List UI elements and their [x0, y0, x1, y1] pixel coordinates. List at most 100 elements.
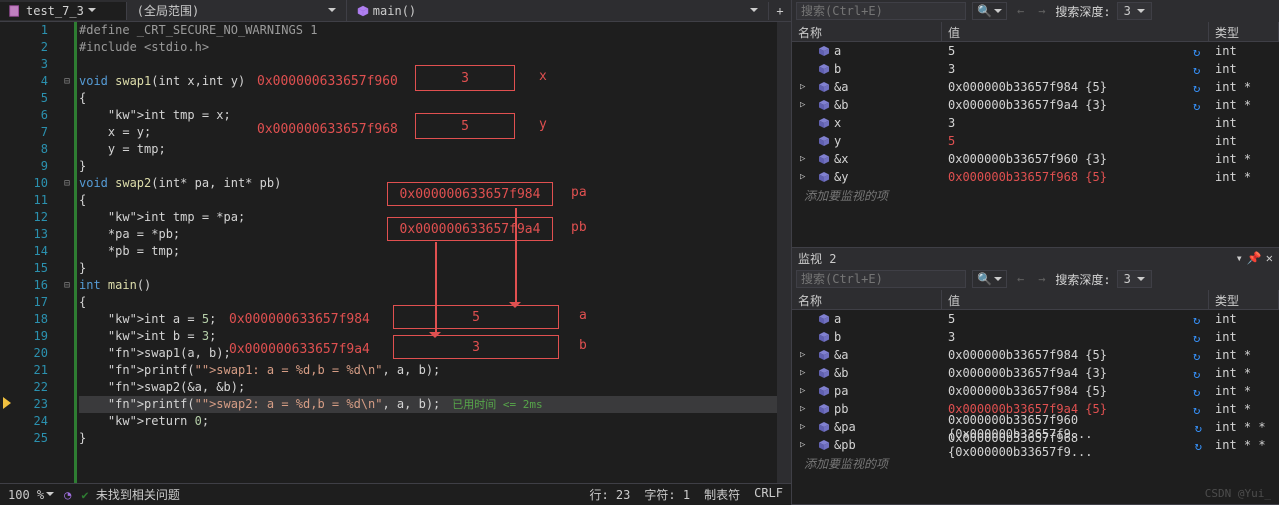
var-name: &pa [834, 420, 856, 434]
col-type[interactable]: 类型 [1209, 290, 1279, 309]
indent-indicator[interactable]: 制表符 [704, 486, 740, 503]
nav-prev-icon[interactable]: ← [1013, 272, 1028, 286]
refresh-icon[interactable]: ↻ [1193, 63, 1205, 75]
col-indicator[interactable]: 字符: 1 [644, 486, 690, 503]
expand-icon[interactable]: ▷ [800, 154, 805, 164]
code-line[interactable]: "fn">printf("">swap1: a = %d,b = %d\n", … [79, 362, 777, 379]
watch-row[interactable]: ▷&b0x000000b33657f9a4 {3}↻int * [792, 96, 1279, 114]
watch-row[interactable]: ▷pa0x000000b33657f984 {5}↻int * [792, 382, 1279, 400]
refresh-icon[interactable]: ↻ [1193, 367, 1205, 379]
encoding-indicator[interactable]: CRLF [754, 486, 783, 503]
search-icon[interactable]: 🔍 [972, 270, 1007, 288]
code-line[interactable]: "kw">return 0; [79, 413, 777, 430]
watch-row[interactable]: a5↻int [792, 310, 1279, 328]
var-type: int [1209, 116, 1279, 130]
depth-dropdown[interactable]: 3 [1117, 2, 1152, 20]
refresh-icon[interactable]: ↻ [1195, 439, 1205, 451]
watch-row[interactable]: b3↻int [792, 328, 1279, 346]
watch-row[interactable]: ▷&x0x000000b33657f960 {3}int * [792, 150, 1279, 168]
panel-title-bar[interactable]: 监视 2 ▾ 📌 ✕ [792, 248, 1279, 268]
refresh-icon[interactable]: ↻ [1193, 349, 1205, 361]
var-name: &a [834, 348, 848, 362]
code-line[interactable]: { [79, 90, 777, 107]
field-icon [818, 331, 830, 343]
pin-icon[interactable]: 📌 [1247, 251, 1262, 265]
watch-row[interactable]: ▷&a0x000000b33657f984 {5}↻int * [792, 78, 1279, 96]
code-content[interactable]: 0x000000633657f960 3 x 0x000000633657f96… [79, 22, 777, 483]
watch-body-2[interactable]: a5↻intb3↻int▷&a0x000000b33657f984 {5}↻in… [792, 310, 1279, 504]
nav-next-icon[interactable]: → [1034, 4, 1049, 18]
code-line[interactable]: } [79, 158, 777, 175]
var-name: a [834, 44, 841, 58]
code-line[interactable]: "fn">printf("">swap2: a = %d,b = %d\n", … [79, 396, 777, 413]
depth-label: 搜索深度: [1055, 271, 1110, 288]
depth-dropdown[interactable]: 3 [1117, 270, 1152, 288]
var-type: int * [1209, 170, 1279, 184]
file-tab[interactable]: test_7_3 [0, 2, 127, 20]
expand-icon[interactable]: ▷ [800, 368, 805, 378]
watch-row[interactable]: a5↻int [792, 42, 1279, 60]
col-name[interactable]: 名称 [792, 22, 942, 41]
watch-search-input-2[interactable] [796, 270, 966, 288]
watch-row[interactable]: ▷&pb0x000000b33657f968 {0x000000b33657f9… [792, 436, 1279, 454]
expand-icon[interactable]: ▷ [800, 386, 805, 396]
var-value: 3 [948, 62, 955, 76]
watch-row[interactable]: x3int [792, 114, 1279, 132]
expand-icon[interactable]: ▷ [800, 172, 805, 182]
code-line[interactable]: } [79, 260, 777, 277]
var-name: y [834, 134, 841, 148]
code-line[interactable]: y = tmp; [79, 141, 777, 158]
watch-body-1[interactable]: a5↻intb3↻int▷&a0x000000b33657f984 {5}↻in… [792, 42, 1279, 247]
scrollbar[interactable] [777, 22, 791, 483]
add-button[interactable]: + [769, 1, 791, 21]
search-icon[interactable]: 🔍 [972, 2, 1007, 20]
zoom-control[interactable]: 100 % [8, 488, 54, 502]
col-name[interactable]: 名称 [792, 290, 942, 309]
col-value[interactable]: 值 [942, 290, 1209, 309]
var-name: &x [834, 152, 848, 166]
lightbulb-icon[interactable]: ◔ [64, 488, 71, 502]
nav-next-icon[interactable]: → [1034, 272, 1049, 286]
close-icon[interactable]: ✕ [1266, 251, 1273, 265]
code-line[interactable]: #include <stdio.h> [79, 39, 777, 56]
expand-icon[interactable]: ▷ [800, 440, 805, 450]
annot-addr-x: 0x000000633657f960 [257, 74, 398, 89]
refresh-icon[interactable]: ↻ [1193, 99, 1205, 111]
refresh-icon[interactable]: ↻ [1193, 81, 1205, 93]
watch-panel-2: 监视 2 ▾ 📌 ✕ 🔍 ← → 搜索深度: 3 名称 值 类型 a5↻intb… [792, 248, 1279, 505]
code-line[interactable]: #define _CRT_SECURE_NO_WARNINGS 1 [79, 22, 777, 39]
refresh-icon[interactable]: ↻ [1193, 385, 1205, 397]
watch-row[interactable]: y5int [792, 132, 1279, 150]
scope-dropdown[interactable]: (全局范围) [127, 0, 347, 21]
code-line[interactable]: "fn">swap2(&a, &b); [79, 379, 777, 396]
watch-row[interactable]: ▷&b0x000000b33657f9a4 {3}↻int * [792, 364, 1279, 382]
var-name: &pb [834, 438, 856, 452]
code-line[interactable]: int main() [79, 277, 777, 294]
annot-box-pa: 0x000000633657f984 [387, 182, 553, 206]
add-watch-item[interactable]: 添加要监视的项 [792, 186, 1279, 204]
var-name: &b [834, 98, 848, 112]
watch-row[interactable]: b3↻int [792, 60, 1279, 78]
watch-row[interactable]: ▷&y0x000000b33657f968 {5}int * [792, 168, 1279, 186]
expand-icon[interactable]: ▷ [800, 82, 805, 92]
code-line[interactable]: *pb = tmp; [79, 243, 777, 260]
function-dropdown[interactable]: main() [347, 2, 769, 20]
refresh-icon[interactable]: ↻ [1193, 331, 1205, 343]
code-area[interactable]: 1234567891011121314151617181920212223242… [0, 22, 791, 483]
expand-icon[interactable]: ▷ [800, 404, 805, 414]
error-indicator[interactable]: ✔ 未找到相关问题 [81, 486, 179, 503]
expand-icon[interactable]: ▷ [800, 422, 805, 432]
watch-search-input[interactable] [796, 2, 966, 20]
code-line[interactable]: } [79, 430, 777, 447]
refresh-icon[interactable]: ↻ [1193, 313, 1205, 325]
watch-row[interactable]: ▷&a0x000000b33657f984 {5}↻int * [792, 346, 1279, 364]
expand-icon[interactable]: ▷ [800, 350, 805, 360]
col-value[interactable]: 值 [942, 22, 1209, 41]
var-value: 0x000000b33657f960 {3} [948, 152, 1107, 166]
nav-prev-icon[interactable]: ← [1013, 4, 1028, 18]
window-position-icon[interactable]: ▾ [1236, 251, 1243, 265]
line-indicator[interactable]: 行: 23 [589, 486, 630, 503]
col-type[interactable]: 类型 [1209, 22, 1279, 41]
expand-icon[interactable]: ▷ [800, 100, 805, 110]
refresh-icon[interactable]: ↻ [1193, 45, 1205, 57]
